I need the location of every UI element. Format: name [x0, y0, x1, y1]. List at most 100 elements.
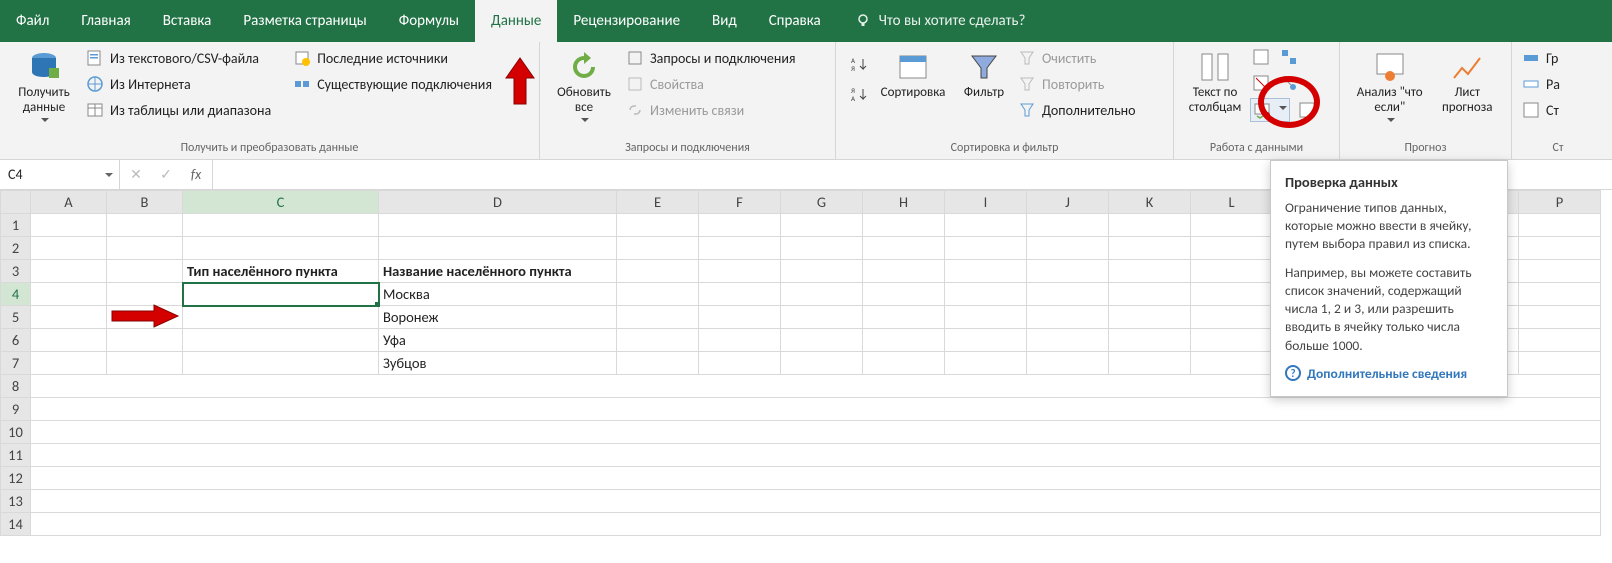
sort-button[interactable]: Сортировка: [872, 46, 954, 101]
tab-help[interactable]: Справка: [753, 0, 837, 42]
cell[interactable]: [183, 306, 379, 329]
cell[interactable]: [1519, 237, 1601, 260]
cell[interactable]: [1109, 260, 1191, 283]
tell-me-search[interactable]: Что вы хотите сделать?: [837, 0, 1044, 42]
cell[interactable]: [107, 260, 183, 283]
cell-D5[interactable]: Воронеж: [379, 306, 617, 329]
cell[interactable]: [1109, 306, 1191, 329]
row-header-5[interactable]: 5: [1, 306, 31, 329]
tab-formulas[interactable]: Формулы: [383, 0, 475, 42]
cell[interactable]: [107, 214, 183, 237]
row-header-13[interactable]: 13: [1, 490, 31, 513]
cell[interactable]: [781, 214, 863, 237]
row-header-4[interactable]: 4: [1, 283, 31, 306]
cell[interactable]: [617, 352, 699, 375]
col-header-K[interactable]: K: [1109, 191, 1191, 214]
flash-fill-button[interactable]: [1250, 46, 1272, 68]
cell[interactable]: [183, 237, 379, 260]
cell[interactable]: [617, 237, 699, 260]
cell[interactable]: [781, 352, 863, 375]
cell[interactable]: [863, 214, 945, 237]
cell[interactable]: [945, 237, 1027, 260]
cell[interactable]: [107, 283, 183, 306]
tab-data[interactable]: Данные: [475, 0, 557, 42]
text-to-columns-button[interactable]: Текст по столбцам: [1182, 46, 1248, 116]
cell[interactable]: [781, 237, 863, 260]
tab-view[interactable]: Вид: [696, 0, 753, 42]
cell[interactable]: [1027, 306, 1109, 329]
tab-home[interactable]: Главная: [65, 0, 146, 42]
cell[interactable]: [1027, 260, 1109, 283]
from-table-button[interactable]: Из таблицы или диапазона: [84, 98, 273, 122]
cell[interactable]: [1191, 283, 1273, 306]
cell[interactable]: [1191, 237, 1273, 260]
cell[interactable]: [31, 444, 1601, 467]
cell[interactable]: [617, 214, 699, 237]
cell[interactable]: [781, 260, 863, 283]
cell[interactable]: [699, 260, 781, 283]
cell[interactable]: [1191, 352, 1273, 375]
tab-page-layout[interactable]: Разметка страницы: [227, 0, 382, 42]
insert-function-button[interactable]: fx: [186, 166, 206, 183]
recent-sources-button[interactable]: Последние источники: [291, 46, 494, 70]
cell[interactable]: [1109, 352, 1191, 375]
cell[interactable]: [379, 237, 617, 260]
tab-file[interactable]: Файл: [0, 0, 65, 42]
col-header-E[interactable]: E: [617, 191, 699, 214]
row-header-3[interactable]: 3: [1, 260, 31, 283]
cell[interactable]: [1519, 306, 1601, 329]
cell[interactable]: [1027, 237, 1109, 260]
from-csv-button[interactable]: Из текстового/CSV-файла: [84, 46, 273, 70]
queries-connections-button[interactable]: Запросы и подключения: [624, 46, 798, 70]
row-header-8[interactable]: 8: [1, 375, 31, 398]
row-header-14[interactable]: 14: [1, 513, 31, 536]
sort-asc-button[interactable]: АЯ: [844, 52, 872, 76]
cell[interactable]: [1109, 237, 1191, 260]
cell-D3[interactable]: Название населённого пункта: [379, 260, 617, 283]
row-header-11[interactable]: 11: [1, 444, 31, 467]
cancel-formula-button[interactable]: ✕: [126, 166, 146, 183]
cell[interactable]: [699, 283, 781, 306]
consolidate-button[interactable]: [1278, 46, 1300, 68]
subtotal-button[interactable]: Ст: [1520, 98, 1562, 122]
cell[interactable]: [31, 214, 107, 237]
cell[interactable]: [617, 306, 699, 329]
select-all-corner[interactable]: [1, 191, 31, 214]
cell[interactable]: [863, 283, 945, 306]
cell[interactable]: [945, 260, 1027, 283]
cell[interactable]: [1027, 214, 1109, 237]
data-validation-button[interactable]: [1250, 98, 1290, 122]
cell[interactable]: [31, 237, 107, 260]
row-header-2[interactable]: 2: [1, 237, 31, 260]
cell[interactable]: [863, 237, 945, 260]
col-header-P[interactable]: P: [1519, 191, 1601, 214]
col-header-C[interactable]: C: [183, 191, 379, 214]
ungroup-rows-button[interactable]: Ра: [1520, 72, 1562, 96]
get-data-button[interactable]: Получить данные: [8, 46, 80, 126]
cell[interactable]: [183, 352, 379, 375]
cell[interactable]: [107, 352, 183, 375]
cell[interactable]: [31, 490, 1601, 513]
refresh-all-button[interactable]: Обновить все: [548, 46, 620, 126]
cell[interactable]: [1191, 306, 1273, 329]
cell[interactable]: [781, 329, 863, 352]
cell[interactable]: [1109, 283, 1191, 306]
col-header-F[interactable]: F: [699, 191, 781, 214]
cell[interactable]: [1027, 283, 1109, 306]
confirm-formula-button[interactable]: ✓: [156, 166, 176, 183]
cell[interactable]: [31, 513, 1601, 536]
col-header-G[interactable]: G: [781, 191, 863, 214]
cell-D7[interactable]: Зубцов: [379, 352, 617, 375]
row-header-12[interactable]: 12: [1, 467, 31, 490]
cell[interactable]: [1191, 260, 1273, 283]
cell[interactable]: [1109, 329, 1191, 352]
forecast-sheet-button[interactable]: Лист прогноза: [1431, 46, 1503, 116]
cell[interactable]: [1519, 283, 1601, 306]
name-box[interactable]: C4: [0, 160, 120, 189]
col-header-D[interactable]: D: [379, 191, 617, 214]
cell-D6[interactable]: Уфа: [379, 329, 617, 352]
cell[interactable]: [1519, 214, 1601, 237]
cell[interactable]: [781, 306, 863, 329]
col-header-H[interactable]: H: [863, 191, 945, 214]
col-header-L[interactable]: L: [1191, 191, 1273, 214]
